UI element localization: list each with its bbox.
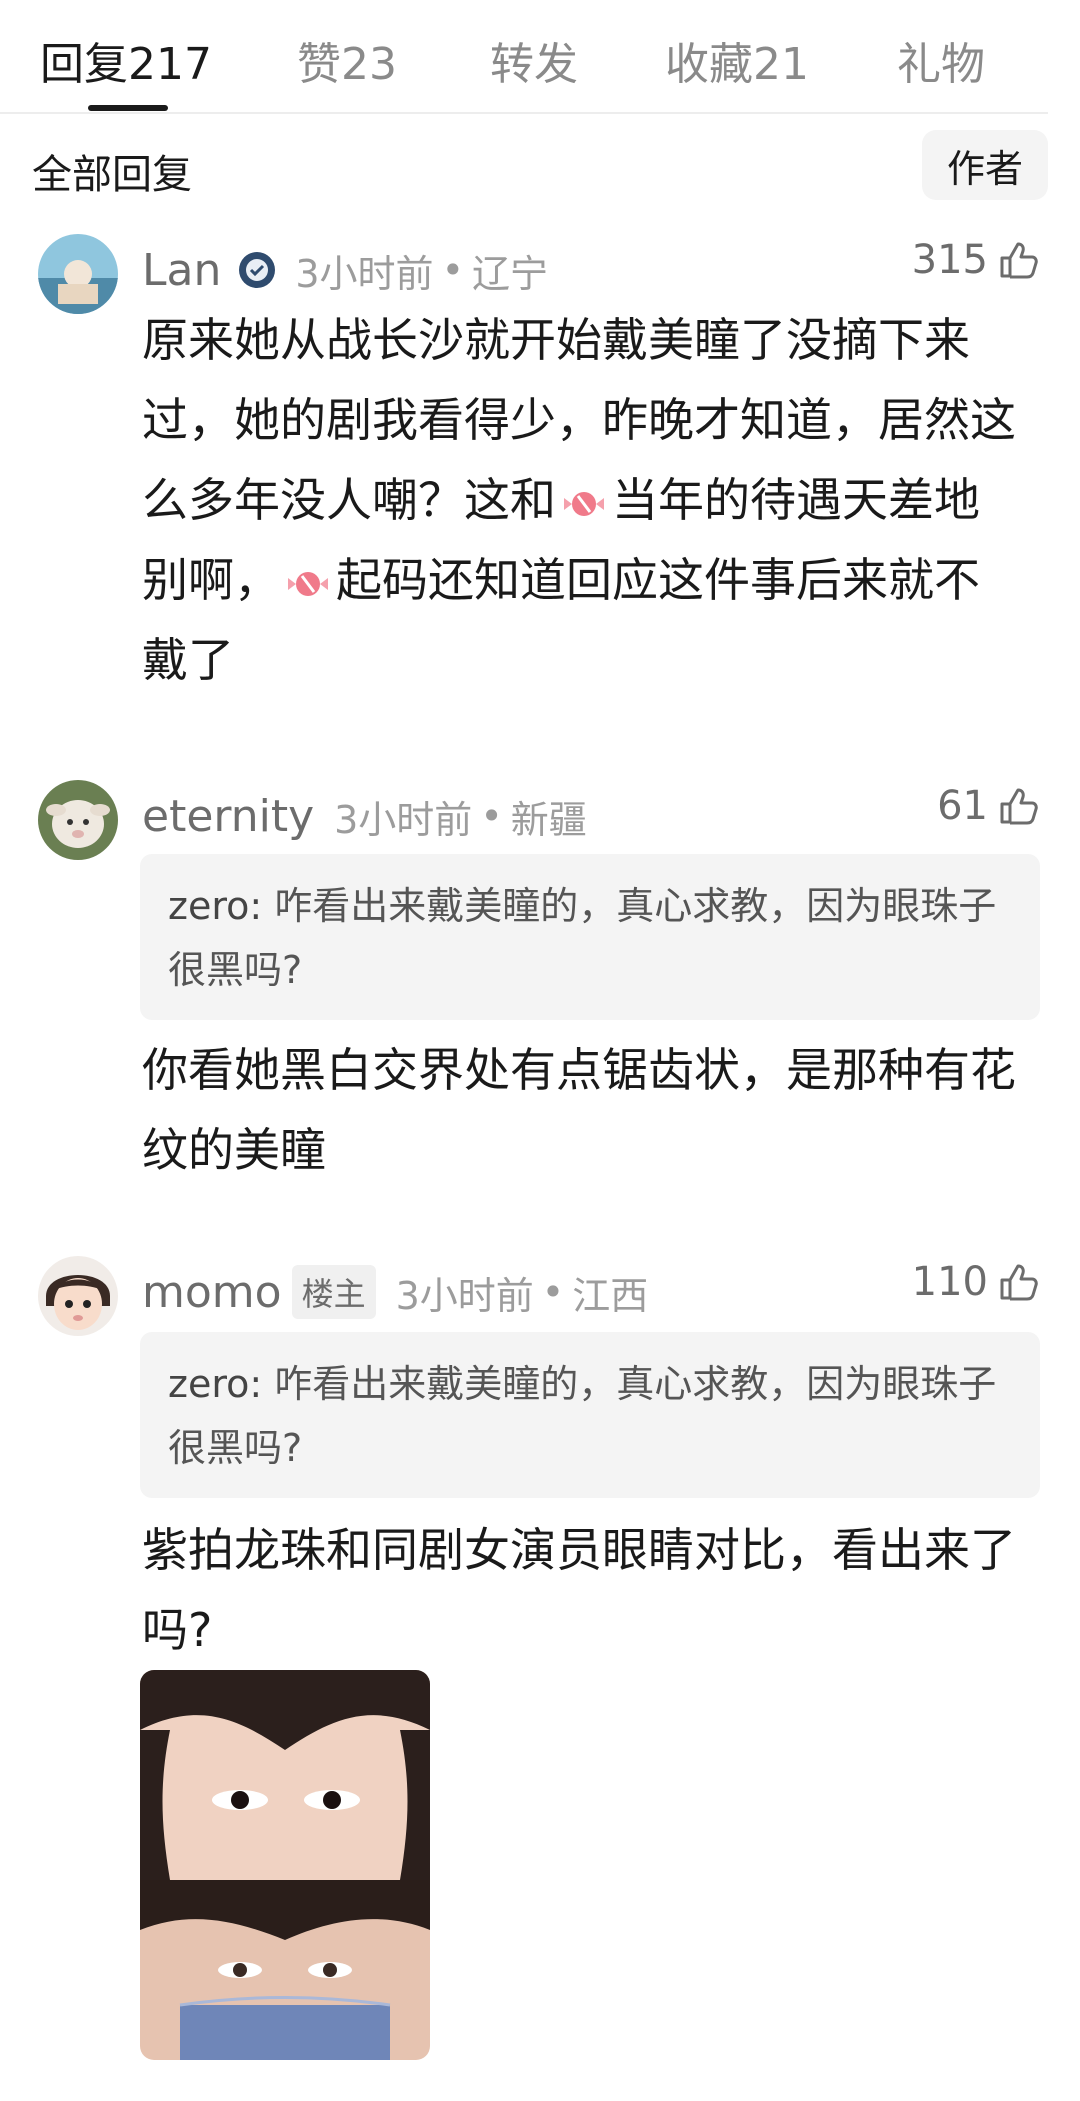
- like-count: 61: [937, 783, 988, 829]
- tab-likes[interactable]: 赞23: [297, 28, 397, 92]
- comment-meta: Lan 3小时前 • 辽宁: [142, 240, 548, 300]
- quoted-username: zero:: [168, 884, 263, 928]
- comparison-photo: [140, 1670, 430, 2060]
- candy-emoji-icon: [288, 571, 328, 596]
- attached-image[interactable]: [140, 1670, 430, 2060]
- location: 辽宁: [471, 251, 548, 296]
- thumbs-up-icon: [1000, 1264, 1038, 1301]
- location: 新疆: [510, 797, 587, 842]
- comment-meta: momo 楼主 3小时前 • 江西: [142, 1262, 648, 1322]
- username[interactable]: Lan: [142, 245, 221, 296]
- avatar[interactable]: [38, 780, 118, 860]
- quoted-text: 咋看出来戴美瞳的，真心求教，因为眼珠子很黑吗?: [168, 884, 997, 992]
- avatar[interactable]: [38, 234, 118, 314]
- separator-dot: •: [541, 1270, 565, 1314]
- tab-gifts[interactable]: 礼物: [897, 28, 985, 92]
- like-button[interactable]: 110: [912, 1252, 1040, 1312]
- timestamp: 3小时前: [395, 1273, 534, 1318]
- verified-badge-icon: [239, 252, 276, 288]
- like-button[interactable]: 315: [912, 230, 1040, 290]
- candy-emoji-icon: [564, 491, 604, 516]
- like-button[interactable]: 61: [937, 776, 1040, 836]
- quoted-reply[interactable]: zero: 咋看出来戴美瞳的，真心求教，因为眼珠子很黑吗?: [140, 1332, 1040, 1498]
- avatar[interactable]: [38, 1256, 118, 1336]
- author-filter-button[interactable]: 作者: [922, 130, 1048, 200]
- comment-text: 紫拍龙珠和同剧女演员眼睛对比，看出来了吗?: [142, 1523, 1016, 1657]
- tab-favorites[interactable]: 收藏21: [665, 28, 809, 92]
- separator-dot: •: [480, 794, 503, 838]
- username[interactable]: eternity: [142, 791, 314, 842]
- tabs-divider: [0, 112, 1048, 114]
- host-badge: 楼主: [291, 1265, 376, 1319]
- timestamp: 3小时前: [295, 251, 434, 296]
- quoted-text: 咋看出来戴美瞳的，真心求教，因为眼珠子很黑吗?: [168, 1362, 997, 1470]
- comment-text: 原来她从战长沙就开始戴美瞳了没摘下来过，她的剧我看得少，昨晚才知道，居然这么多年…: [142, 313, 1016, 687]
- comment-text: 你看她黑白交界处有点锯齿状，是那种有花纹的美瞳: [142, 1043, 1016, 1177]
- all-replies-label[interactable]: 全部回复: [32, 142, 192, 200]
- thumbs-up-icon: [1000, 788, 1038, 825]
- tab-reposts[interactable]: 转发: [490, 28, 578, 92]
- quoted-reply[interactable]: zero: 咋看出来戴美瞳的，真心求教，因为眼珠子很黑吗?: [140, 854, 1040, 1020]
- like-count: 315: [911, 237, 988, 283]
- username[interactable]: momo: [142, 1267, 282, 1318]
- comment-meta: eternity 3小时前 • 新疆: [142, 786, 587, 846]
- like-count: 110: [911, 1259, 988, 1305]
- thumbs-up-icon: [1000, 242, 1038, 279]
- timestamp: 3小时前: [334, 797, 473, 842]
- active-tab-indicator: [88, 105, 168, 111]
- location: 江西: [572, 1273, 649, 1318]
- quoted-username: zero:: [168, 1362, 263, 1406]
- tab-replies[interactable]: 回复217: [40, 28, 212, 92]
- separator-dot: •: [441, 248, 464, 292]
- reply-tabs: 回复217 赞23 转发 收藏21 礼物: [0, 0, 1080, 112]
